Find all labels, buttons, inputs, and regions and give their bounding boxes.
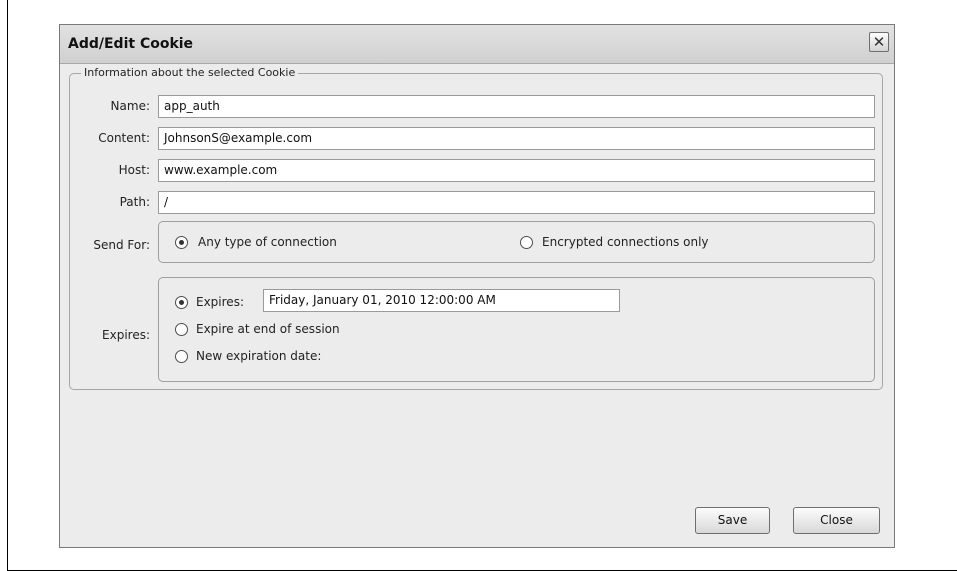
send-for-label: Send For: <box>93 238 150 252</box>
expires-box: Expires: Friday, January 01, 2010 12:00:… <box>158 277 875 382</box>
host-label: Host: <box>118 163 150 177</box>
expiration-date-field[interactable]: Friday, January 01, 2010 12:00:00 AM <box>263 289 620 312</box>
send-for-box: Any type of connection Encrypted connect… <box>158 221 875 263</box>
dialog-title: Add/Edit Cookie <box>68 36 194 52</box>
new-expiration-label: New expiration date: <box>196 349 322 363</box>
content-label: Content: <box>98 131 150 145</box>
session-expire-label: Expire at end of session <box>196 322 340 336</box>
path-field[interactable]: / <box>158 191 875 214</box>
name-field[interactable]: app_auth <box>158 95 875 118</box>
encrypted-only-label: Encrypted connections only <box>542 235 709 249</box>
name-label: Name: <box>110 99 150 113</box>
cookie-info-group: Information about the selected Cookie Na… <box>69 66 883 390</box>
dialog-titlebar: Add/Edit Cookie ✕ <box>60 25 894 64</box>
save-button[interactable]: Save <box>695 507 770 534</box>
page-border-left <box>7 0 8 571</box>
close-icon[interactable]: ✕ <box>869 32 889 52</box>
encrypted-only-radio[interactable] <box>520 236 533 249</box>
new-expiration-radio[interactable] <box>175 350 188 363</box>
close-button[interactable]: Close <box>793 507 880 534</box>
host-field[interactable]: www.example.com <box>158 159 875 182</box>
add-edit-cookie-dialog: Add/Edit Cookie ✕ Information about the … <box>59 24 895 548</box>
any-connection-radio[interactable] <box>175 236 188 249</box>
group-title: Information about the selected Cookie <box>81 66 299 79</box>
session-expire-radio[interactable] <box>175 323 188 336</box>
expires-group-label: Expires: <box>102 328 150 342</box>
content-field[interactable]: JohnsonS@example.com <box>158 127 875 150</box>
expires-option-label: Expires: <box>196 295 244 309</box>
path-label: Path: <box>119 195 150 209</box>
any-connection-label: Any type of connection <box>198 235 337 249</box>
expires-radio[interactable] <box>175 296 188 309</box>
